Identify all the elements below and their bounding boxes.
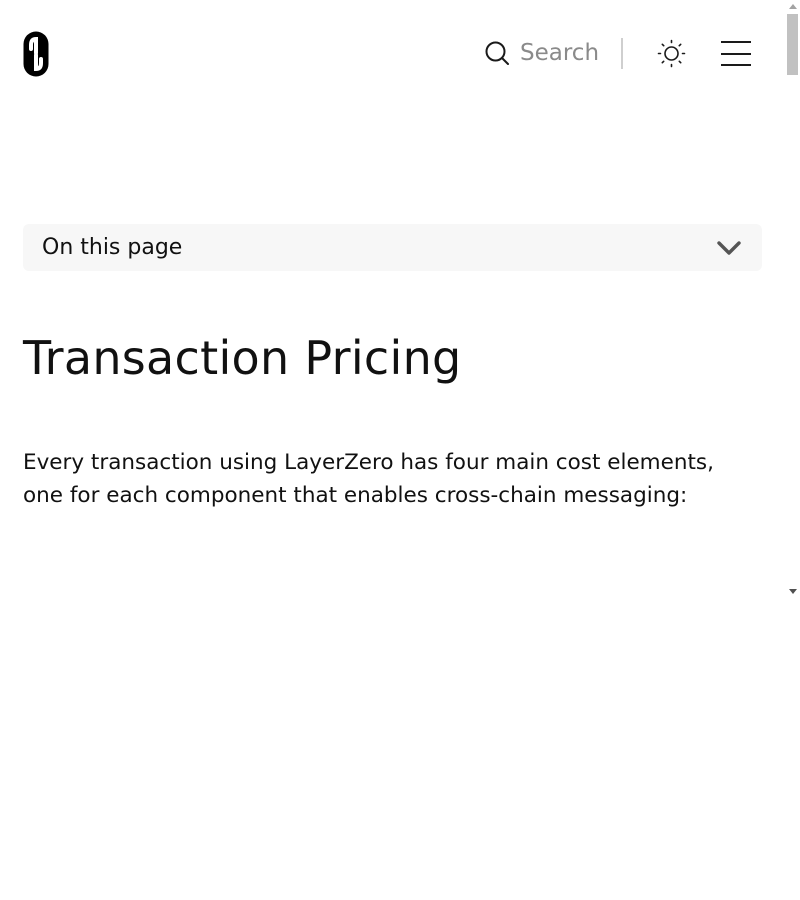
page-viewport: Search On this page Transaction Pricing … <box>0 0 785 600</box>
blank-area <box>0 600 800 900</box>
sun-icon <box>657 39 686 68</box>
scroll-up-arrow-icon[interactable] <box>789 4 797 9</box>
layerzero-logo[interactable] <box>23 31 49 77</box>
search-placeholder: Search <box>520 40 600 66</box>
vertical-scrollbar[interactable] <box>785 0 800 600</box>
chevron-down-icon <box>717 241 741 255</box>
menu-line <box>721 64 751 66</box>
menu-line <box>721 41 751 43</box>
scroll-down-arrow-icon[interactable] <box>789 589 797 594</box>
search-icon <box>485 41 509 65</box>
on-this-page-toggle[interactable]: On this page <box>23 224 762 271</box>
theme-toggle-button[interactable] <box>657 39 686 68</box>
search-button[interactable]: Search <box>484 38 599 68</box>
scrollbar-thumb[interactable] <box>787 14 798 75</box>
header-divider <box>621 38 623 69</box>
logo-icon <box>23 31 49 77</box>
menu-line <box>721 53 751 55</box>
intro-paragraph: Every transaction using LayerZero has fo… <box>23 450 714 508</box>
page-title: Transaction Pricing <box>23 331 462 385</box>
hamburger-menu-button[interactable] <box>719 40 753 68</box>
site-header: Search <box>0 0 785 110</box>
on-this-page-label: On this page <box>42 235 183 260</box>
